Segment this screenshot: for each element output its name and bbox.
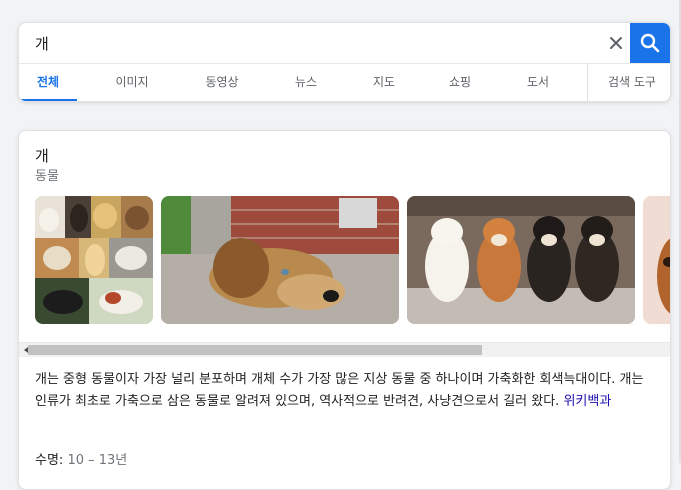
four-shiba-dogs-image[interactable] bbox=[407, 196, 635, 324]
close-icon bbox=[610, 37, 622, 49]
carousel-scrollbar[interactable] bbox=[19, 342, 670, 357]
tab-shopping[interactable]: 쇼핑 bbox=[425, 63, 495, 101]
tab-images[interactable]: 이미지 bbox=[97, 63, 167, 101]
tab-books[interactable]: 도서 bbox=[503, 63, 573, 101]
knowledge-panel: 개 동물 개는 중형 동물이자 가장 널리 분포하며 개체 수가 가장 많은 지… bbox=[18, 130, 671, 490]
search-header: 전체 이미지 동영상 뉴스 지도 쇼핑 도서 검색 도구 bbox=[18, 22, 671, 102]
dog-lying-on-ground-image[interactable] bbox=[161, 196, 399, 324]
tab-news[interactable]: 뉴스 bbox=[271, 63, 341, 101]
search-tools-button[interactable]: 검색 도구 bbox=[593, 63, 670, 101]
kp-title: 개 bbox=[35, 147, 49, 165]
search-tabs: 전체 이미지 동영상 뉴스 지도 쇼핑 도서 검색 도구 bbox=[19, 63, 670, 101]
tab-videos[interactable]: 동영상 bbox=[187, 63, 257, 101]
search-bar bbox=[19, 23, 670, 64]
fact-value: 10 – 13년 bbox=[67, 453, 128, 468]
tab-maps[interactable]: 지도 bbox=[349, 63, 419, 101]
search-icon bbox=[640, 33, 660, 53]
kp-description: 개는 중형 동물이자 가장 널리 분포하며 개체 수가 가장 많은 지상 동물 … bbox=[35, 369, 659, 413]
tab-all[interactable]: 전체 bbox=[19, 63, 77, 101]
partial-dog-image[interactable] bbox=[643, 196, 670, 324]
tab-divider bbox=[587, 63, 588, 101]
kp-description-text: 개는 중형 동물이자 가장 널리 분포하며 개체 수가 가장 많은 지상 동물 … bbox=[35, 372, 644, 409]
scrollbar-thumb[interactable] bbox=[28, 345, 482, 355]
fact-label: 수명 bbox=[35, 453, 59, 468]
search-button[interactable] bbox=[630, 23, 670, 63]
search-input[interactable] bbox=[35, 32, 595, 54]
clear-search-button[interactable] bbox=[605, 32, 627, 54]
kp-subtitle: 동물 bbox=[35, 169, 59, 184]
kp-fact-lifespan: 수명: 10 – 13년 bbox=[35, 449, 127, 468]
image-carousel bbox=[35, 196, 670, 326]
dog-breeds-collage-image[interactable] bbox=[35, 196, 153, 324]
wikipedia-link[interactable]: 위키백과 bbox=[563, 394, 611, 409]
